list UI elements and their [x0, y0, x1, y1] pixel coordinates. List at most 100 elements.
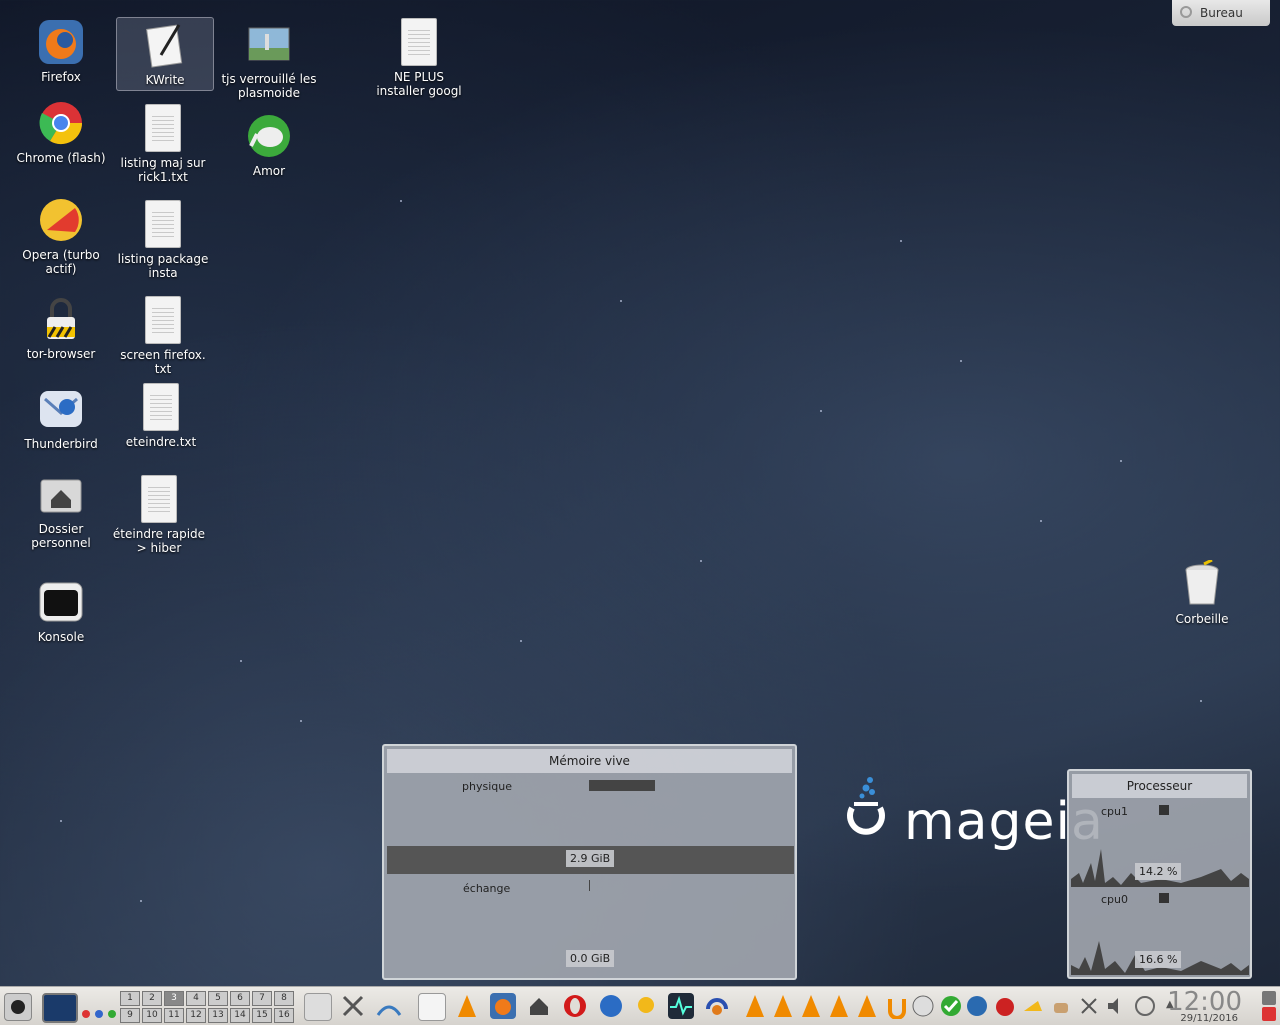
firefox-icon	[39, 20, 83, 64]
app-menu-icon[interactable]	[4, 993, 32, 1021]
tools-icon[interactable]	[340, 993, 366, 1019]
desktop-icon-tjs-verrouille[interactable]: tjs verrouillé les plasmoide	[220, 20, 318, 100]
text-file-icon	[401, 18, 437, 66]
virtual-desktop-pager[interactable]: 1 2 3 4 5 6 7 8 9 10 11 12 13 14 15 16	[120, 991, 296, 1023]
vlc-instance-1-icon[interactable]	[742, 993, 768, 1019]
vlc-icon[interactable]	[454, 993, 480, 1019]
desktop-icon-eteindre[interactable]: eteindre.txt	[112, 383, 210, 449]
settings-app-icon[interactable]	[376, 993, 402, 1019]
desktop-icon-label: Konsole	[37, 630, 85, 644]
desktop-icon-screen-firefox[interactable]: screen firefox. txt	[114, 296, 212, 376]
memory-widget[interactable]: Mémoire vive physique 2.9 GiB échange 0.…	[382, 744, 797, 980]
desktop-icon-tor-browser[interactable]: tor-browser	[12, 295, 110, 361]
desktop-icon-label: eteindre.txt	[125, 435, 197, 449]
desktop-icon-firefox[interactable]: Firefox	[12, 18, 110, 84]
weather-icon[interactable]	[634, 993, 660, 1019]
desktop-icon-trash[interactable]: Corbeille	[1153, 560, 1251, 626]
cpu-widget[interactable]: Processeur cpu1 14.2 % cpu0 16.6 %	[1067, 769, 1252, 979]
pager-desktop[interactable]: 12	[186, 1008, 206, 1023]
speedometer-icon[interactable]	[910, 993, 936, 1019]
pager-desktop[interactable]: 9	[120, 1008, 140, 1023]
desktop-icon-listing-package[interactable]: listing package insta	[114, 200, 212, 280]
pager-desktop[interactable]: 14	[230, 1008, 250, 1023]
volume-icon[interactable]	[1104, 993, 1130, 1019]
echange-label: échange	[463, 882, 511, 895]
file-manager-icon[interactable]	[304, 993, 332, 1021]
desktop-icon-kwrite[interactable]: KWrite	[116, 17, 214, 91]
desktop-icon-label: NE PLUS installer googl	[376, 70, 462, 98]
desktop-icon-label: Amor	[252, 164, 286, 178]
desktop-icon-ne-plus-installer[interactable]: NE PLUS installer googl	[370, 18, 468, 98]
desktop-icon-thunderbird[interactable]: Thunderbird	[12, 385, 110, 451]
updater-icon[interactable]	[884, 993, 910, 1020]
thunderbird-task-icon[interactable]	[598, 993, 624, 1019]
lock-screen-icon[interactable]	[1262, 991, 1276, 1005]
pager-desktop[interactable]: 5	[208, 991, 228, 1006]
trash-icon	[1185, 560, 1219, 605]
desktop-icon-listing-maj[interactable]: listing maj sur rick1.txt	[114, 104, 212, 184]
home-folder-icon	[40, 479, 82, 513]
scissors-icon[interactable]	[1076, 993, 1102, 1019]
pager-desktop[interactable]: 2	[142, 991, 162, 1006]
system-monitor-icon[interactable]	[668, 993, 694, 1019]
pager-desktop[interactable]: 16	[274, 1008, 294, 1023]
cpu0-indicator	[1159, 893, 1169, 903]
desktop-icon-label: screen firefox. txt	[120, 348, 206, 376]
vlc-instance-3-icon[interactable]	[798, 993, 824, 1019]
home-task-icon[interactable]	[526, 993, 552, 1019]
coffee-cup-icon[interactable]	[1048, 993, 1074, 1019]
text-file-icon	[145, 104, 181, 152]
network-icon[interactable]	[1132, 993, 1158, 1019]
pager-desktop[interactable]: 6	[230, 991, 250, 1006]
vlc-instance-5-icon[interactable]	[854, 993, 880, 1019]
cpu0-value: 16.6 %	[1135, 951, 1182, 968]
pager-desktop[interactable]: 11	[164, 1008, 184, 1023]
memory-widget-title: Mémoire vive	[387, 749, 792, 773]
vlc-instance-4-icon[interactable]	[826, 993, 852, 1019]
desktop-icon-chrome[interactable]: Chrome (flash)	[12, 99, 110, 165]
pager-desktop[interactable]: 8	[274, 991, 294, 1006]
desktop-icon-konsole[interactable]: Konsole	[12, 578, 110, 644]
pager-desktop[interactable]: 7	[252, 991, 272, 1006]
vlc-instance-2-icon[interactable]	[770, 993, 796, 1019]
desktop-icon-amor[interactable]: Amor	[220, 112, 318, 178]
cpu-widget-title: Processeur	[1072, 774, 1247, 798]
pager-desktop[interactable]: 3	[164, 991, 184, 1006]
desktop-activity-button[interactable]: Bureau	[1172, 0, 1270, 26]
pager-desktop[interactable]: 13	[208, 1008, 228, 1023]
alarm-clock-icon[interactable]	[992, 993, 1018, 1019]
opera-task-icon[interactable]	[562, 993, 588, 1019]
kwrite-task-icon[interactable]	[418, 993, 446, 1021]
text-file-icon	[141, 475, 177, 523]
amor-icon	[248, 115, 290, 157]
shutdown-icon[interactable]	[1262, 1007, 1276, 1021]
desktop-icon-label: tjs verrouillé les plasmoide	[221, 72, 317, 100]
activities-icon[interactable]	[82, 1003, 117, 1022]
taskbar: 1 2 3 4 5 6 7 8 9 10 11 12 13 14 15 16 ▲…	[0, 986, 1280, 1025]
desktop-icon-label: Corbeille	[1175, 612, 1229, 626]
show-desktop-icon[interactable]	[42, 993, 78, 1023]
pager-desktop[interactable]: 1	[120, 991, 140, 1006]
pager-desktop[interactable]: 10	[142, 1008, 162, 1023]
firefox-task-icon[interactable]	[490, 993, 516, 1019]
text-file-icon	[145, 200, 181, 248]
desktop-icon-label: listing maj sur rick1.txt	[120, 156, 206, 184]
desktop-icon-home-folder[interactable]: Dossier personnel	[12, 470, 110, 550]
desktop-icon-label: Thunderbird	[24, 437, 98, 451]
desktop-icon-label: Firefox	[41, 70, 81, 84]
desktop-icon-label: Chrome (flash)	[16, 151, 106, 165]
desktop-icon-label: KWrite	[145, 73, 185, 87]
audio-player-icon[interactable]	[704, 993, 730, 1019]
lock-icon	[47, 298, 75, 339]
notes-icon[interactable]	[1020, 993, 1046, 1019]
desktop-icon-label: Dossier personnel	[31, 522, 91, 550]
globe-icon[interactable]	[964, 993, 990, 1019]
desktop-icon-eteindre-rapide[interactable]: éteindre rapide > hiber	[110, 475, 208, 555]
desktop-icon-label: éteindre rapide > hiber	[112, 527, 206, 555]
pager-desktop[interactable]: 15	[252, 1008, 272, 1023]
cpu1-indicator	[1159, 805, 1169, 815]
check-icon[interactable]	[938, 993, 964, 1019]
cpu1-value: 14.2 %	[1135, 863, 1182, 880]
desktop-icon-opera[interactable]: Opera (turbo actif)	[12, 196, 110, 276]
pager-desktop[interactable]: 4	[186, 991, 206, 1006]
